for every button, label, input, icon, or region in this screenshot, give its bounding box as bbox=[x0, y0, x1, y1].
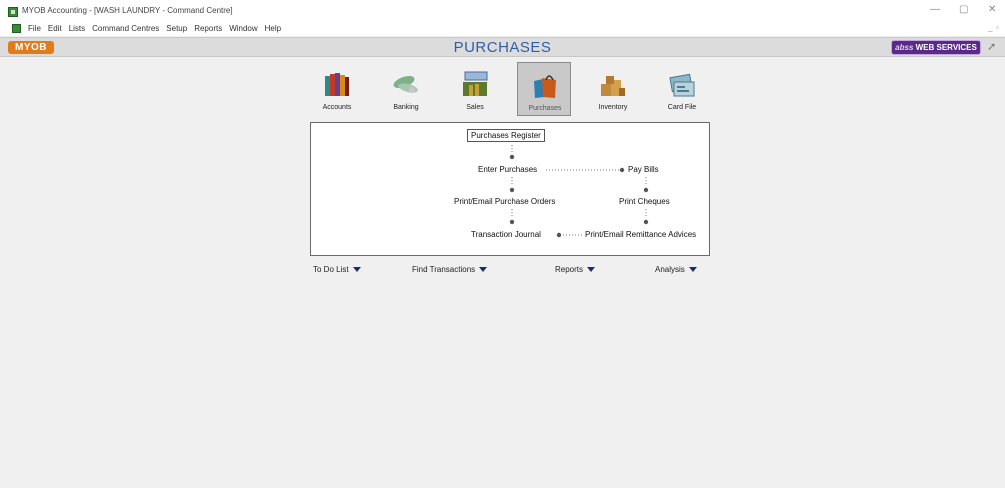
menu-edit[interactable]: Edit bbox=[48, 24, 62, 33]
menu-bar: File Edit Lists Command Centres Setup Re… bbox=[0, 22, 1005, 36]
module-label: Inventory bbox=[598, 104, 628, 111]
module-banking[interactable]: Banking bbox=[379, 62, 433, 116]
card-file-icon bbox=[669, 73, 695, 97]
close-button[interactable]: ✕ bbox=[988, 4, 996, 15]
module-label: Sales bbox=[466, 104, 484, 111]
child-minimize-button[interactable]: _ bbox=[988, 23, 992, 32]
dropdown-arrow-icon bbox=[352, 267, 361, 273]
menu-lists[interactable]: Lists bbox=[69, 24, 85, 33]
analysis-menu[interactable]: Analysis bbox=[655, 265, 697, 274]
dropdown-arrow-icon bbox=[587, 267, 596, 273]
module-accounts[interactable]: Accounts bbox=[310, 62, 364, 116]
abss-web-services-button[interactable]: abss WEB SERVICES bbox=[891, 40, 981, 55]
accounts-icon bbox=[325, 73, 349, 96]
child-restore-button[interactable]: ▫ bbox=[996, 23, 999, 32]
find-transactions-menu[interactable]: Find Transactions bbox=[412, 265, 488, 274]
module-label: Banking bbox=[393, 104, 419, 111]
command-centre-modules: Accounts Banking Sales Purchases Invento… bbox=[310, 62, 710, 118]
abss-label: WEB SERVICES bbox=[915, 43, 977, 52]
module-card-file[interactable]: Card File bbox=[655, 62, 709, 116]
app-icon bbox=[8, 7, 18, 17]
abss-brand: abss bbox=[895, 43, 914, 52]
menu-help[interactable]: Help bbox=[265, 24, 281, 33]
enter-purchases-link[interactable]: Enter Purchases bbox=[478, 165, 537, 174]
menu-reports[interactable]: Reports bbox=[194, 24, 222, 33]
module-purchases[interactable]: Purchases bbox=[517, 62, 571, 116]
menu-setup[interactable]: Setup bbox=[166, 24, 187, 33]
purchases-register-link[interactable]: Purchases Register bbox=[467, 129, 545, 142]
reports-menu[interactable]: Reports bbox=[555, 265, 596, 274]
banking-icon bbox=[393, 75, 418, 93]
dropdown-arrow-icon bbox=[479, 267, 488, 273]
module-label: Card File bbox=[667, 104, 697, 111]
module-label: Accounts bbox=[322, 104, 352, 111]
pay-bills-link[interactable]: Pay Bills bbox=[628, 165, 659, 174]
transaction-journal-link[interactable]: Transaction Journal bbox=[471, 230, 541, 239]
menu-command-centres[interactable]: Command Centres bbox=[92, 24, 159, 33]
menu-file[interactable]: File bbox=[28, 24, 41, 33]
print-remittance-advices-link[interactable]: Print/Email Remittance Advices bbox=[585, 230, 696, 239]
todo-list-label: To Do List bbox=[313, 265, 349, 274]
module-sales[interactable]: Sales bbox=[448, 62, 502, 116]
find-transactions-label: Find Transactions bbox=[412, 265, 476, 274]
document-icon[interactable] bbox=[12, 24, 21, 33]
window-titlebar: MYOB Accounting - [WASH LAUNDRY - Comman… bbox=[0, 0, 1005, 22]
analysis-label: Analysis bbox=[655, 265, 685, 274]
sales-icon bbox=[463, 71, 488, 96]
purchases-flow-panel: Purchases Register Enter Purchases Pay B… bbox=[310, 122, 710, 256]
module-inventory[interactable]: Inventory bbox=[586, 62, 640, 116]
help-arrow-icon[interactable]: ➚ bbox=[987, 40, 996, 53]
command-centre-title: PURCHASES bbox=[453, 39, 552, 56]
todo-list-menu[interactable]: To Do List bbox=[313, 265, 361, 274]
maximize-button[interactable]: ▢ bbox=[959, 4, 968, 15]
minimize-button[interactable]: — bbox=[930, 4, 940, 15]
module-label: Purchases bbox=[528, 105, 562, 112]
menu-window[interactable]: Window bbox=[229, 24, 257, 33]
window-title: MYOB Accounting - [WASH LAUNDRY - Comman… bbox=[22, 6, 233, 15]
print-purchase-orders-link[interactable]: Print/Email Purchase Orders bbox=[454, 197, 555, 206]
inventory-icon bbox=[601, 76, 625, 96]
command-centre-banner: MYOB PURCHASES abss WEB SERVICES ➚ bbox=[0, 37, 1005, 57]
purchases-icon bbox=[534, 75, 556, 98]
reports-label: Reports bbox=[555, 265, 584, 274]
print-cheques-link[interactable]: Print Cheques bbox=[619, 197, 670, 206]
dropdown-arrow-icon bbox=[688, 267, 697, 273]
